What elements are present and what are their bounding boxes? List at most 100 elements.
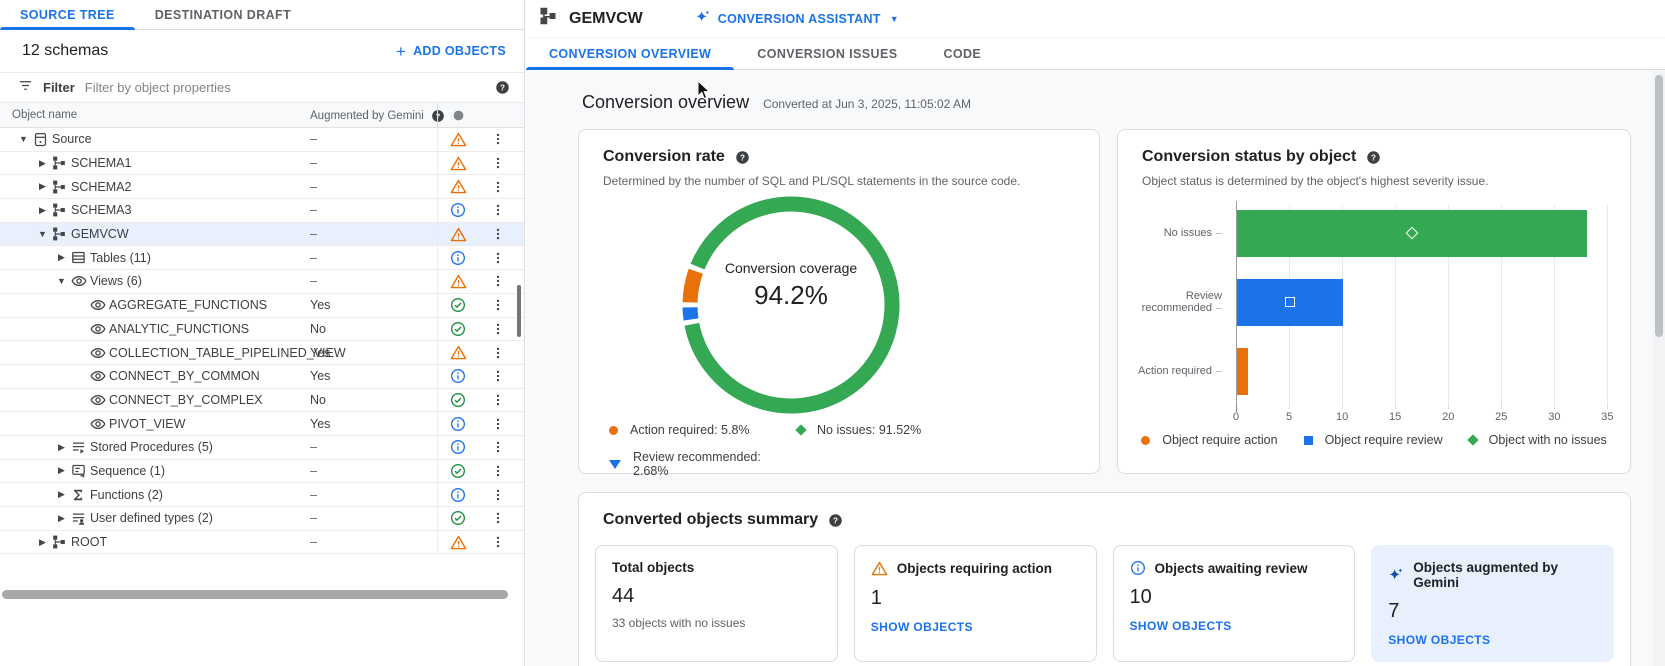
tree-row[interactable]: ▶ SCHEMA3 – — [0, 199, 524, 223]
source-tree-panel: SOURCE TREE DESTINATION DRAFT 12 schemas… — [0, 0, 525, 666]
conversion-status-title: Conversion status by object — [1142, 148, 1356, 166]
conversion-status-help-icon[interactable]: ? — [1366, 150, 1381, 165]
stat-value: 44 — [612, 585, 821, 608]
legend-diamond-icon — [1467, 434, 1478, 445]
row-menu-button[interactable] — [487, 246, 509, 269]
caret-right-icon[interactable]: ▶ — [33, 158, 52, 169]
row-menu-button[interactable] — [487, 436, 509, 459]
row-menu-button[interactable] — [487, 460, 509, 483]
tab-conversion-issues[interactable]: CONVERSION ISSUES — [734, 38, 920, 69]
tree-row[interactable]: ▶ Functions (2) – — [0, 483, 524, 507]
row-menu-button[interactable] — [487, 175, 509, 198]
augmented-value: – — [310, 128, 317, 151]
tree-row[interactable]: PIVOT_VIEW Yes — [0, 412, 524, 436]
filter-help-icon[interactable]: ? — [495, 80, 510, 95]
status-warning-icon — [437, 341, 478, 364]
row-menu-button[interactable] — [487, 318, 509, 341]
caret-right-icon[interactable]: ▶ — [52, 465, 71, 476]
tree-row[interactable]: ▼ Source – — [0, 128, 524, 152]
row-menu-button[interactable] — [487, 507, 509, 530]
show-objects-link[interactable]: SHOW OBJECTS — [1130, 619, 1232, 633]
stat-card-objects-awaiting-review: Objects awaiting review 10SHOW OBJECTS — [1113, 545, 1356, 662]
info-icon — [1130, 560, 1146, 576]
caret-down-icon[interactable]: ▼ — [14, 134, 33, 144]
schema-icon — [52, 156, 71, 170]
caret-right-icon[interactable]: ▶ — [33, 205, 52, 216]
conversion-panel: GEMVCW CONVERSION ASSISTANT ▼ CONVERSION… — [526, 0, 1665, 666]
row-menu-button[interactable] — [487, 341, 509, 364]
conversion-status-card: Conversion status by object ? Object sta… — [1117, 129, 1631, 474]
tree-vertical-scrollbar[interactable] — [517, 285, 521, 337]
tree-row[interactable]: ▼ GEMVCW – — [0, 223, 524, 247]
row-menu-button[interactable] — [487, 223, 509, 246]
tab-conversion-overview[interactable]: CONVERSION OVERVIEW — [526, 38, 734, 69]
caret-right-icon[interactable]: ▶ — [33, 537, 52, 548]
stat-note: 33 objects with no issues — [612, 616, 821, 630]
tree-row[interactable]: ▶ Stored Procedures (5) – — [0, 436, 524, 460]
tree-row[interactable]: ▶ Sequence (1) – — [0, 460, 524, 484]
status-info-icon — [437, 436, 478, 459]
svg-text:?: ? — [833, 516, 838, 525]
bar-category-label: Action required — [1118, 365, 1222, 377]
row-menu-button[interactable] — [487, 152, 509, 175]
filter-label: Filter — [43, 80, 75, 95]
caret-down-icon[interactable]: ▼ — [52, 276, 71, 286]
tree-row[interactable]: ▶ SCHEMA1 – — [0, 152, 524, 176]
row-menu-button[interactable] — [487, 270, 509, 293]
tab-source-tree[interactable]: SOURCE TREE — [0, 0, 135, 29]
row-menu-button[interactable] — [487, 128, 509, 151]
rate-legend-item: No issues: 91.52% — [797, 423, 921, 437]
status-warning-icon — [437, 270, 478, 293]
status-info-icon — [437, 483, 478, 506]
legend-triangle-icon — [609, 460, 621, 469]
tree-row[interactable]: ▼ Views (6) – — [0, 270, 524, 294]
filter-input[interactable] — [85, 80, 485, 95]
row-menu-button[interactable] — [487, 389, 509, 412]
tree-row[interactable]: ▶ SCHEMA2 – — [0, 175, 524, 199]
caret-right-icon[interactable]: ▶ — [33, 181, 52, 192]
row-menu-button[interactable] — [487, 531, 509, 554]
tree-row[interactable]: CONNECT_BY_COMMON Yes — [0, 365, 524, 389]
augmented-value: – — [310, 270, 317, 293]
tree-row[interactable]: AGGREGATE_FUNCTIONS Yes — [0, 294, 524, 318]
add-objects-button[interactable]: + ADD OBJECTS — [396, 43, 506, 60]
stat-card-objects-requiring-action: Objects requiring action 1SHOW OBJECTS — [854, 545, 1097, 662]
caret-right-icon[interactable]: ▶ — [52, 513, 71, 524]
tree-horizontal-scrollbar[interactable] — [0, 589, 515, 600]
tab-destination-draft[interactable]: DESTINATION DRAFT — [135, 0, 311, 29]
caret-right-icon[interactable]: ▶ — [52, 252, 71, 263]
caret-down-icon[interactable]: ▼ — [33, 229, 52, 239]
object-name: Sequence (1) — [90, 464, 165, 478]
tree-row[interactable]: ▶ Tables (11) – — [0, 246, 524, 270]
row-menu-button[interactable] — [487, 294, 509, 317]
tree-row[interactable]: CONNECT_BY_COMPLEX No — [0, 389, 524, 413]
status-check-icon — [437, 507, 478, 530]
row-menu-button[interactable] — [487, 483, 509, 506]
show-objects-link[interactable]: SHOW OBJECTS — [1388, 633, 1490, 647]
caret-right-icon[interactable]: ▶ — [52, 442, 71, 453]
x-tick-label: 0 — [1233, 411, 1239, 423]
plus-icon: + — [396, 43, 406, 60]
summary-help-icon[interactable]: ? — [828, 513, 843, 528]
row-menu-button[interactable] — [487, 199, 509, 222]
row-menu-button[interactable] — [487, 365, 509, 388]
tree-row[interactable]: ▶ User defined types (2) – — [0, 507, 524, 531]
content-vertical-scrollbar[interactable] — [1653, 71, 1665, 666]
tree-row[interactable]: ANALYTIC_FUNCTIONS No — [0, 318, 524, 342]
conversion-assistant-button[interactable]: CONVERSION ASSISTANT ▼ — [695, 9, 899, 28]
caret-right-icon[interactable]: ▶ — [52, 489, 71, 500]
conversion-rate-help-icon[interactable]: ? — [735, 150, 750, 165]
show-objects-link[interactable]: SHOW OBJECTS — [871, 620, 973, 634]
bar-diamond-marker — [1406, 227, 1419, 240]
row-menu-button[interactable] — [487, 412, 509, 435]
object-name: User defined types (2) — [90, 511, 213, 525]
svg-text:?: ? — [740, 153, 745, 162]
rate-legend-item: Review recommended: 2.68% — [609, 450, 797, 478]
tree-row[interactable]: COLLECTION_TABLE_PIPELINED_VIEW Yes — [0, 341, 524, 365]
stat-title: Objects awaiting review — [1155, 561, 1308, 576]
tab-code[interactable]: CODE — [920, 38, 1004, 69]
status-legend-item: Object require action — [1141, 433, 1277, 447]
schema-count: 12 schemas — [22, 42, 108, 60]
tree-row[interactable]: ▶ ROOT – — [0, 531, 524, 555]
augmented-value: – — [310, 483, 317, 506]
